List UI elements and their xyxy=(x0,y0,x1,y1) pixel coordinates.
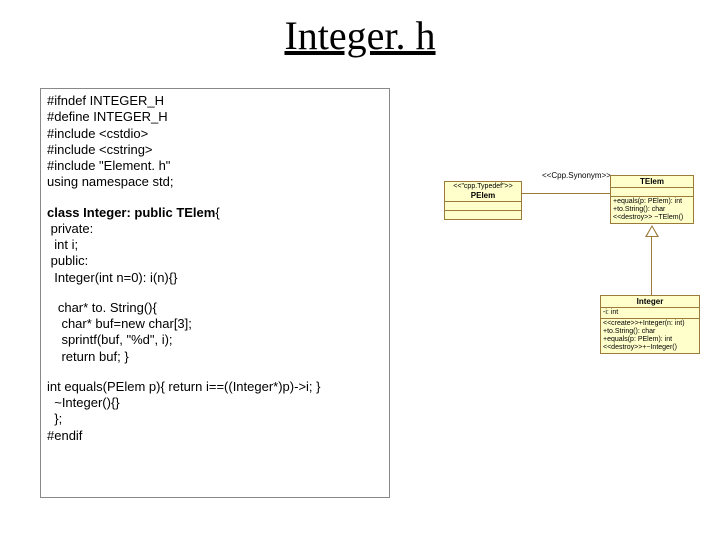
uml-integer-op4: <<destroy>>+~Integer() xyxy=(603,344,697,352)
uml-pelem-stereo: <<"cpp.Typedef">> xyxy=(447,183,519,191)
uml-integer-attr: -i: int xyxy=(603,309,697,317)
uml-telem-op1: +equals(p: PElem): int xyxy=(613,198,691,206)
uml-telem-op3: <<destroy>> ~TElem() xyxy=(613,214,691,222)
uml-pelem-empty2 xyxy=(445,211,521,219)
code-box: #ifndef INTEGER_H #define INTEGER_H #inc… xyxy=(40,88,390,498)
uml-class-integer: Integer -i: int <<create>>+Integer(n: in… xyxy=(600,295,700,354)
code-block-4: int equals(PElem p){ return i==((Integer… xyxy=(47,379,383,444)
uml-class-pelem: <<"cpp.Typedef">> PElem xyxy=(444,181,522,220)
uml-gen-line xyxy=(651,237,652,295)
uml-integer-op1: <<create>>+Integer(n: int) xyxy=(603,320,697,328)
code-block-3: char* to. String(){ char* buf=new char[3… xyxy=(47,300,383,365)
uml-telem-name: TElem xyxy=(613,177,691,186)
uml-pelem-empty1 xyxy=(445,202,521,211)
uml-integer-op3: +equals(p: PElem): int xyxy=(603,336,697,344)
code-block-2: class Integer: public TElem{ private: in… xyxy=(47,205,383,286)
uml-gen-arrowhead xyxy=(645,225,659,237)
uml-integer-name: Integer xyxy=(603,297,697,306)
uml-integer-op2: +to.String(): char xyxy=(603,328,697,336)
code-class-head: class Integer: public TElem xyxy=(47,205,215,220)
code-block-1: #ifndef INTEGER_H #define INTEGER_H #inc… xyxy=(47,93,383,191)
uml-diagram: <<Cpp.Synonym>> <<"cpp.Typedef">> PElem … xyxy=(430,175,695,405)
page-title: Integer. h xyxy=(0,12,720,59)
uml-pelem-name: PElem xyxy=(447,191,519,200)
uml-class-telem: TElem +equals(p: PElem): int +to.String(… xyxy=(610,175,694,224)
uml-assoc-line xyxy=(522,193,610,194)
uml-telem-op2: +to.String(): char xyxy=(613,206,691,214)
uml-telem-empty xyxy=(611,188,693,197)
uml-cpp-synonym-label: <<Cpp.Synonym>> xyxy=(542,171,611,180)
